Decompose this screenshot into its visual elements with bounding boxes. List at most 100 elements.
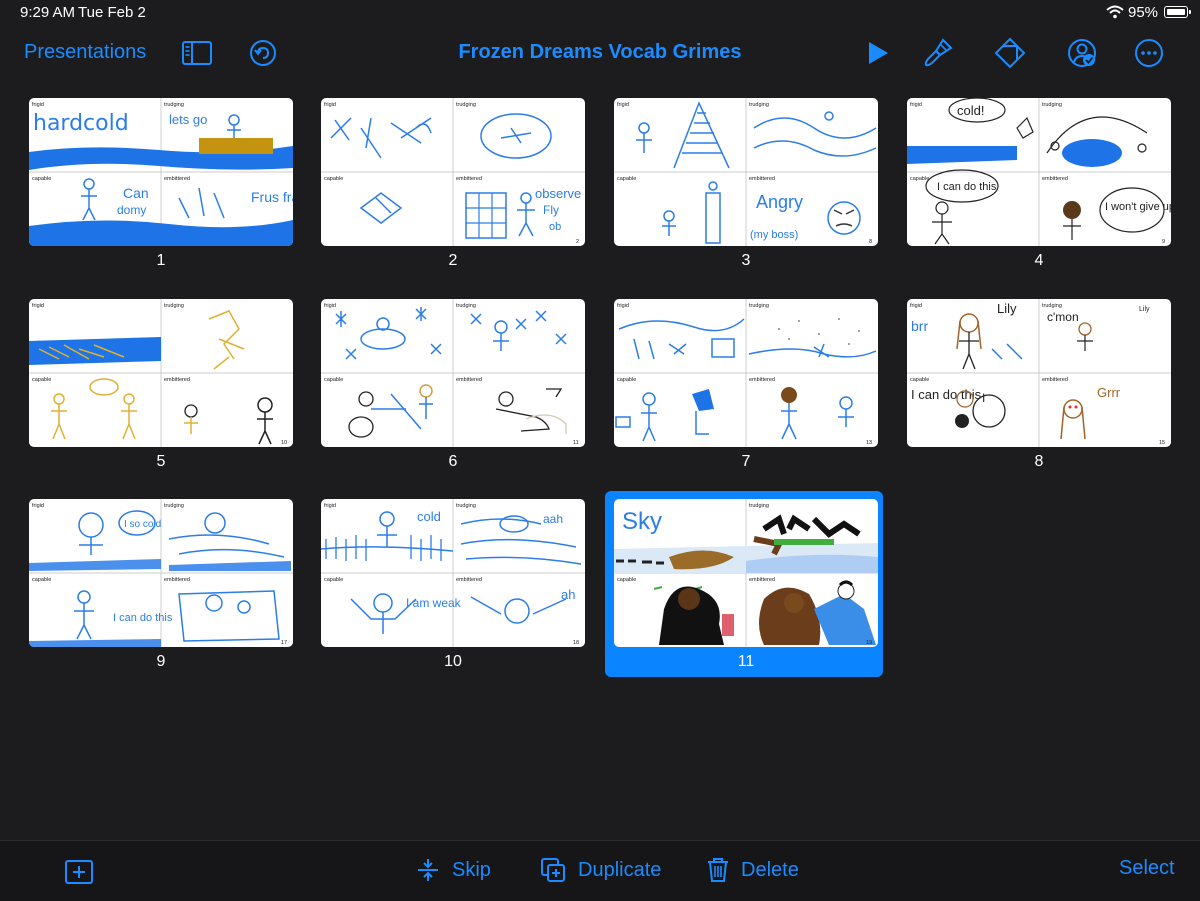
paintbrush-icon[interactable] xyxy=(921,36,955,70)
quadrant-label: embittered xyxy=(749,577,775,583)
slide-number: 3 xyxy=(741,252,751,269)
slide-corner-number: 19 xyxy=(866,640,872,646)
collaborate-icon[interactable] xyxy=(1065,36,1099,70)
status-time: 9:29 AM xyxy=(20,4,76,21)
slide-thumbnail-selected[interactable]: trudging capable embittered Sky 19 11 xyxy=(605,491,891,677)
scribble-text: I so cold xyxy=(124,519,161,530)
quadrant-label: frigid xyxy=(617,303,629,309)
slide-number: 5 xyxy=(156,453,166,470)
quadrant-label: frigid xyxy=(324,102,336,108)
scribble-text: I can do this xyxy=(937,181,997,193)
slide-corner-number: 9 xyxy=(1162,239,1165,245)
scribble-text: domy xyxy=(117,203,146,217)
quadrant-label: trudging xyxy=(456,503,476,509)
scribble-text: Lily xyxy=(1139,306,1150,313)
scribble-text: Sky xyxy=(622,508,662,535)
scribble-text: ob xyxy=(549,221,561,233)
scribble-text: cold! xyxy=(957,103,984,118)
animate-icon[interactable] xyxy=(993,36,1027,70)
quadrant-label: embittered xyxy=(456,176,482,182)
scribble-text: I won't give up xyxy=(1105,201,1171,213)
scribble-text: c'mon xyxy=(1047,310,1079,324)
slide-canvas[interactable]: frigid trudging capable embittered I so … xyxy=(29,499,293,647)
slide-canvas[interactable]: frigid trudging capable embittered cold!… xyxy=(907,98,1171,246)
quadrant-label: frigid xyxy=(32,303,44,309)
select-button[interactable]: Select xyxy=(1119,857,1175,880)
slide-corner-number: 11 xyxy=(573,440,579,446)
slide-canvas[interactable]: frigid trudging capable embittered 10 xyxy=(29,299,293,447)
duplicate-label: Duplicate xyxy=(578,858,662,881)
slide-number: 1 xyxy=(156,252,166,269)
status-bar: 9:29 AM Tue Feb 2 95% xyxy=(0,0,1200,24)
quadrant-label: trudging xyxy=(164,503,184,509)
slide-thumbnail[interactable]: frigid trudging capable embittered obser… xyxy=(321,98,585,274)
slide-thumbnail[interactable]: frigid trudging capable embittered 10 5 xyxy=(29,299,293,475)
slide-thumbnail[interactable]: frigid trudging capable embittered brr L… xyxy=(907,299,1171,475)
delete-label: Delete xyxy=(741,858,799,881)
quadrant-label: embittered xyxy=(456,377,482,383)
slide-number: 7 xyxy=(741,453,751,470)
quadrant-label: capable xyxy=(910,176,929,182)
slide-thumbnail[interactable]: frigid trudging capable embittered hardc… xyxy=(29,98,293,274)
slide-thumbnail[interactable]: frigid trudging capable embittered cold!… xyxy=(907,98,1171,274)
scribble-text: Grrr xyxy=(1097,385,1121,400)
scribble-text: observe xyxy=(535,186,581,201)
scribble-text: aah xyxy=(543,512,563,526)
scribble-text: ah xyxy=(561,587,575,602)
quadrant-label: embittered xyxy=(1042,377,1068,383)
wifi-icon xyxy=(1106,5,1124,23)
slide-number: 9 xyxy=(156,653,166,670)
quadrant-label: capable xyxy=(617,176,636,182)
slide-canvas[interactable]: frigid trudging capable embittered brr L… xyxy=(907,299,1171,447)
quadrant-label: embittered xyxy=(164,176,190,182)
slide-thumbnail[interactable]: frigid trudging capable embittered xyxy=(321,299,585,475)
scribble-text: Fly xyxy=(543,203,559,217)
slide-thumbnail[interactable]: frigid trudging capable embittered cold … xyxy=(321,499,585,675)
quadrant-label: capable xyxy=(617,577,636,583)
quadrant-label: capable xyxy=(32,377,51,383)
play-icon[interactable] xyxy=(860,36,894,70)
quadrant-label: trudging xyxy=(1042,102,1062,108)
quadrant-label: capable xyxy=(910,377,929,383)
more-icon[interactable] xyxy=(1132,36,1166,70)
delete-button[interactable]: Delete xyxy=(707,857,799,883)
quadrant-label: embittered xyxy=(749,377,775,383)
battery-percent: 95% xyxy=(1128,4,1159,21)
slide-grid: frigid trudging capable embittered hardc… xyxy=(0,82,1200,840)
presentations-back-button[interactable]: Presentations xyxy=(24,41,146,64)
slide-canvas[interactable]: frigid trudging capable embittered xyxy=(321,299,585,447)
scribble-text: brr xyxy=(911,318,928,334)
quadrant-label: embittered xyxy=(164,377,190,383)
skip-button[interactable]: Skip xyxy=(416,857,491,883)
quadrant-label: trudging xyxy=(164,102,184,108)
slide-thumbnail[interactable]: frigid trudging capable embittered xyxy=(614,299,878,475)
add-slide-icon[interactable] xyxy=(64,857,94,887)
quadrant-label: trudging xyxy=(456,303,476,309)
slide-canvas[interactable]: trudging capable embittered Sky 19 xyxy=(614,499,878,647)
duplicate-button[interactable]: Duplicate xyxy=(540,857,661,883)
undo-icon[interactable] xyxy=(246,36,280,70)
slide-corner-number: 15 xyxy=(1159,440,1165,446)
quadrant-label: frigid xyxy=(324,303,336,309)
quadrant-label: capable xyxy=(32,176,51,182)
slide-number: 8 xyxy=(1034,453,1044,470)
slide-canvas[interactable]: frigid trudging capable embittered hardc… xyxy=(29,98,293,246)
scribble-text: I am weak xyxy=(406,596,462,610)
sidebar-toggle-icon[interactable] xyxy=(180,36,214,70)
quadrant-label: capable xyxy=(324,377,343,383)
slide-canvas[interactable]: frigid trudging capable embittered Angry… xyxy=(614,98,878,246)
slide-canvas[interactable]: frigid trudging capable embittered cold … xyxy=(321,499,585,647)
quadrant-label: trudging xyxy=(164,303,184,309)
trash-icon xyxy=(708,858,728,882)
slide-canvas[interactable]: frigid trudging capable embittered obser… xyxy=(321,98,585,246)
quadrant-label: embittered xyxy=(749,176,775,182)
slide-corner-number: 8 xyxy=(869,239,872,245)
scribble-text: Can xyxy=(123,185,149,201)
slide-canvas[interactable]: frigid trudging capable embittered xyxy=(614,299,878,447)
status-date: Tue Feb 2 xyxy=(78,4,146,21)
slide-thumbnail[interactable]: frigid trudging capable embittered I so … xyxy=(29,499,293,675)
quadrant-label: embittered xyxy=(456,577,482,583)
scribble-text: Angry xyxy=(756,192,803,212)
svg-text:I: I xyxy=(982,391,985,405)
slide-thumbnail[interactable]: frigid trudging capable embittered Angry… xyxy=(614,98,878,274)
